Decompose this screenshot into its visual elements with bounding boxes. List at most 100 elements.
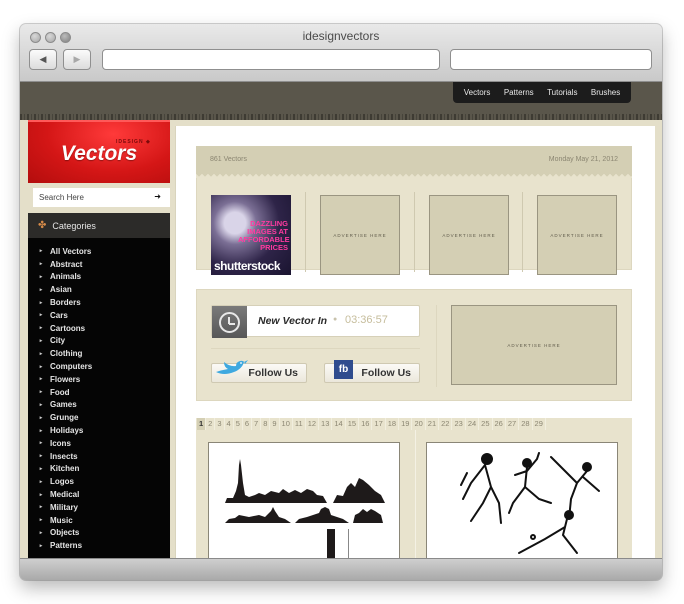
title-bar: idesignvectors ◀ ▶ xyxy=(20,24,662,82)
twitter-follow-button[interactable]: Follow Us xyxy=(211,360,307,383)
nav-patterns[interactable]: Patterns xyxy=(504,88,534,97)
facebook-icon: fb xyxy=(334,360,353,379)
category-item[interactable]: ▸ Computers xyxy=(28,360,170,373)
category-item[interactable]: ▸ Icons xyxy=(28,437,170,450)
page-link[interactable]: 12 xyxy=(306,418,320,430)
category-item[interactable]: ▸ Music xyxy=(28,514,170,527)
category-item[interactable]: ▸ City xyxy=(28,335,170,348)
bullet-icon: ▸ xyxy=(39,401,43,408)
page-link[interactable]: 4 xyxy=(225,418,234,430)
bullet-icon: ▸ xyxy=(39,261,43,268)
category-item[interactable]: ▸ Borders xyxy=(28,296,170,309)
page-link[interactable]: 21 xyxy=(426,418,440,430)
category-label: Asian xyxy=(50,285,72,295)
category-item[interactable]: ▸ All Vectors xyxy=(28,245,170,258)
page-link[interactable]: 13 xyxy=(319,418,333,430)
search-input[interactable]: Search Here ➜ xyxy=(33,188,170,207)
ad-slot-2[interactable]: ADVERTISE HERE xyxy=(320,195,400,275)
page-link[interactable]: 11 xyxy=(293,418,306,430)
category-label: Clothing xyxy=(50,349,83,359)
vector-thumbnails xyxy=(196,430,632,558)
page-link[interactable]: 9 xyxy=(270,418,280,430)
category-label: Games xyxy=(50,400,77,410)
category-item[interactable]: ▸ Logos xyxy=(28,475,170,488)
info-bar: 861 Vectors Monday May 21, 2012 xyxy=(196,146,632,176)
page-link[interactable]: 14 xyxy=(332,418,346,430)
page-link[interactable]: 8 xyxy=(261,418,271,430)
category-item[interactable]: ▸ Grunge xyxy=(28,411,170,424)
category-item[interactable]: ▸ Cars xyxy=(28,309,170,322)
category-item[interactable]: ▸ Military xyxy=(28,501,170,514)
search-submit-arrow-icon[interactable]: ➜ xyxy=(154,192,161,201)
page-link[interactable]: 5 xyxy=(234,418,243,430)
page-link[interactable]: 26 xyxy=(493,418,506,430)
baseball-illustration xyxy=(460,452,600,554)
nav-vectors[interactable]: Vectors xyxy=(464,88,491,97)
page-link[interactable]: 3 xyxy=(215,418,225,430)
back-button[interactable]: ◀ xyxy=(29,49,57,70)
category-label: Cars xyxy=(50,310,68,320)
ad-slot-3[interactable]: ADVERTISE HERE xyxy=(429,195,509,275)
thumbnail-city-skylines[interactable] xyxy=(208,442,400,558)
thumbnail-divider xyxy=(415,430,416,558)
ad-slot-wide[interactable]: ADVERTISE HERE xyxy=(451,305,617,385)
category-item[interactable]: ▸ Objects xyxy=(28,527,170,540)
browser-window: idesignvectors ◀ ▶ Vectors Patterns Tuto… xyxy=(20,24,662,580)
page-link[interactable]: 27 xyxy=(506,418,520,430)
category-item[interactable]: ▸ Asian xyxy=(28,283,170,296)
page-link[interactable]: 29 xyxy=(533,418,546,430)
category-item[interactable]: ▸ Food xyxy=(28,386,170,399)
page-link[interactable]: 25 xyxy=(479,418,493,430)
skyline-illustration xyxy=(225,459,385,558)
category-item[interactable]: ▸ Clothing xyxy=(28,347,170,360)
page-link[interactable]: 2 xyxy=(206,418,216,430)
category-label: Insects xyxy=(50,451,78,461)
ad-divider xyxy=(522,192,523,272)
shutterstock-ad[interactable]: DAZZLING IMAGES AT AFFORDABLE PRICES shu… xyxy=(211,195,291,275)
category-item[interactable]: ▸ Flowers xyxy=(28,373,170,386)
page-link[interactable]: 22 xyxy=(439,418,453,430)
site-logo[interactable]: IDESIGN ◆ Vectors xyxy=(28,120,170,183)
category-item[interactable]: ▸ Animals xyxy=(28,271,170,284)
page-link[interactable]: 17 xyxy=(372,418,386,430)
page-link[interactable]: 16 xyxy=(359,418,373,430)
category-item[interactable]: ▸ Medical xyxy=(28,488,170,501)
facebook-follow-button[interactable]: fb Follow Us xyxy=(324,360,420,383)
thumbnail-baseball-players[interactable] xyxy=(426,442,618,558)
page-link[interactable]: 28 xyxy=(519,418,533,430)
page-link[interactable]: 23 xyxy=(452,418,466,430)
sidebar-search: Search Here ➜ xyxy=(28,183,170,213)
divider xyxy=(436,305,437,387)
page-link[interactable]: 18 xyxy=(386,418,400,430)
forward-button[interactable]: ▶ xyxy=(63,49,91,70)
nav-tutorials[interactable]: Tutorials xyxy=(547,88,577,97)
category-label: Military xyxy=(50,502,79,512)
bullet-icon: ▸ xyxy=(39,427,43,434)
category-item[interactable]: ▸ Patterns xyxy=(28,539,170,552)
category-item[interactable]: ▸ Cartoons xyxy=(28,322,170,335)
bullet-icon: ▸ xyxy=(39,312,43,319)
page-link[interactable]: 6 xyxy=(243,418,253,430)
page-link[interactable]: 20 xyxy=(412,418,426,430)
category-item[interactable]: ▸ Insects xyxy=(28,450,170,463)
ad-divider xyxy=(305,192,306,272)
address-bar[interactable] xyxy=(102,49,440,70)
page-link[interactable]: 24 xyxy=(466,418,480,430)
nav-brushes[interactable]: Brushes xyxy=(591,88,620,97)
page-link[interactable]: 15 xyxy=(346,418,360,430)
category-item[interactable]: ▸ Kitchen xyxy=(28,463,170,476)
page-link[interactable]: 10 xyxy=(280,418,293,430)
timer-icon-box xyxy=(212,306,247,338)
page-link[interactable]: 1 xyxy=(197,418,207,430)
category-item[interactable]: ▸ Games xyxy=(28,399,170,412)
bullet-icon: ▸ xyxy=(39,542,43,549)
bullet-icon: ▸ xyxy=(39,478,43,485)
ad-slot-4[interactable]: ADVERTISE HERE xyxy=(537,195,617,275)
categories-label: Categories xyxy=(52,220,96,231)
category-label: Animals xyxy=(50,272,82,282)
page-link[interactable]: 7 xyxy=(252,418,262,430)
category-item[interactable]: ▸ Abstract xyxy=(28,258,170,271)
page-link[interactable]: 19 xyxy=(399,418,413,430)
category-item[interactable]: ▸ Holidays xyxy=(28,424,170,437)
browser-search-field[interactable] xyxy=(450,49,652,70)
